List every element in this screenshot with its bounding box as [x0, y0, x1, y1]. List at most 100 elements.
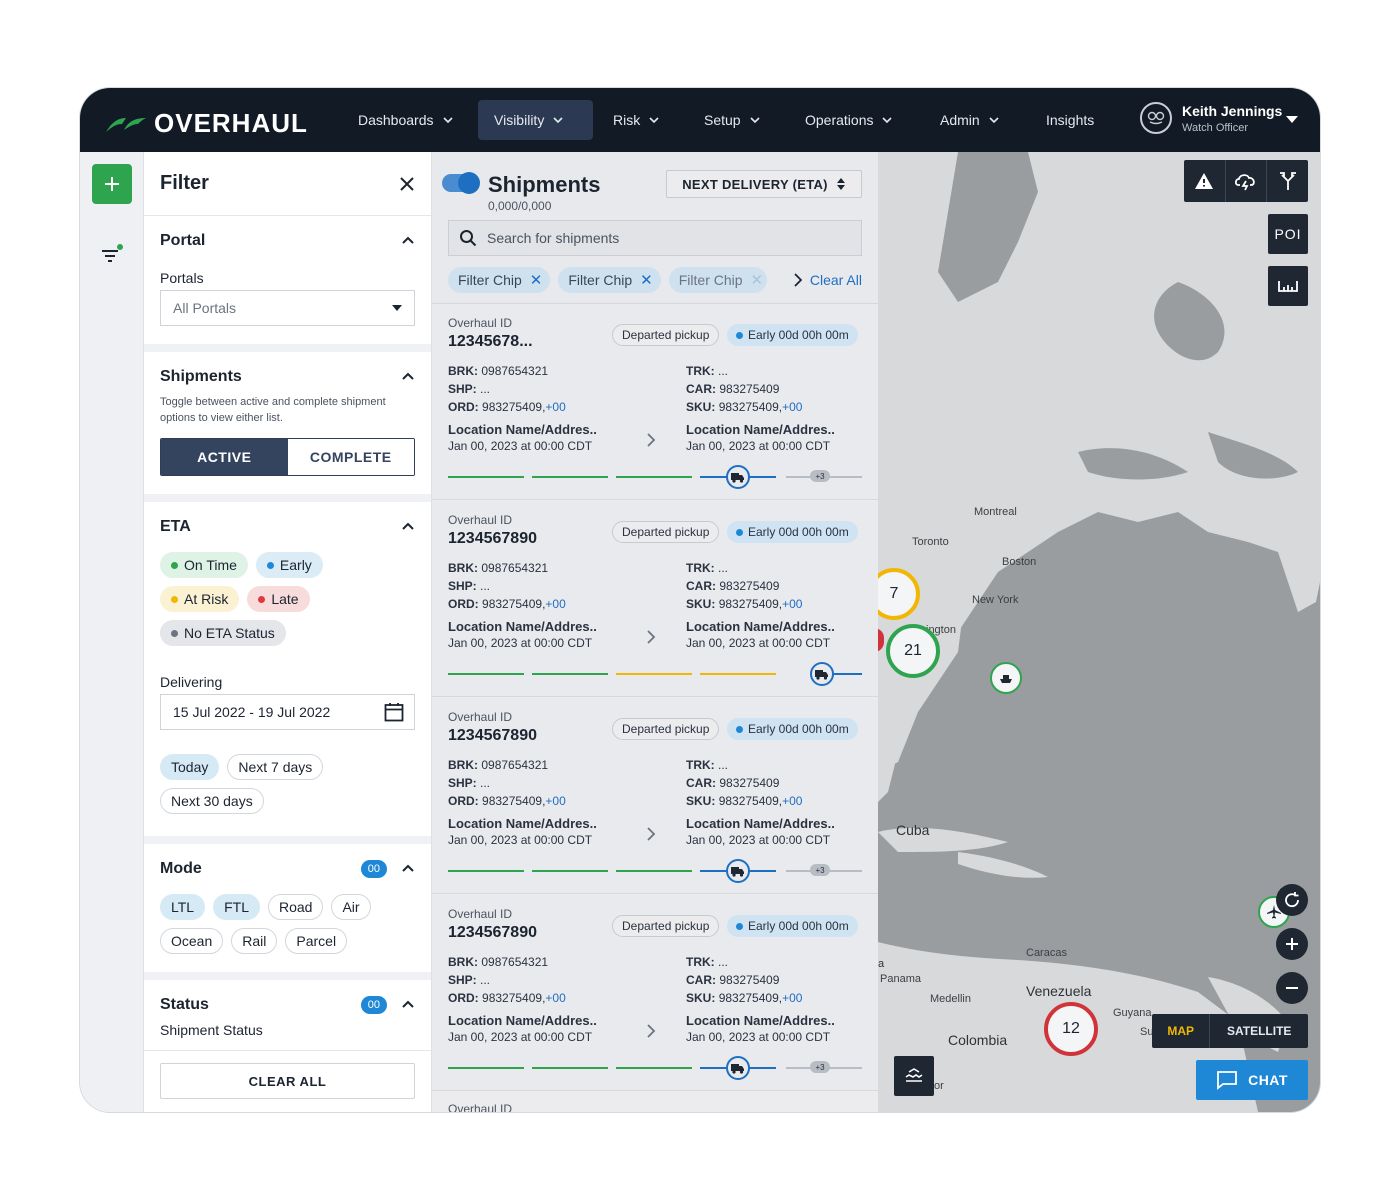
shipments-toggle[interactable]	[442, 172, 480, 194]
sku-more[interactable]: +00	[782, 794, 802, 808]
map-view-button[interactable]: MAP	[1152, 1014, 1211, 1048]
chevron-up-icon[interactable]	[401, 520, 415, 534]
chevron-up-icon[interactable]	[401, 862, 415, 876]
chip-at-risk[interactable]: At Risk	[160, 586, 240, 612]
nav-insights[interactable]: Insights	[1030, 100, 1110, 140]
close-icon[interactable]	[399, 176, 415, 192]
section-controls: 00	[360, 860, 415, 878]
chip-late[interactable]: Late	[247, 586, 310, 612]
truck-position-marker[interactable]	[810, 662, 834, 686]
sku-more[interactable]: +00	[782, 597, 802, 611]
filter-toggle-button[interactable]	[100, 244, 124, 269]
truck-position-marker[interactable]	[726, 1056, 750, 1080]
shipment-card[interactable]: Overhaul ID 1234567890 Departed pickup E…	[432, 698, 878, 894]
zoom-in-button[interactable]	[1276, 928, 1308, 960]
truck-position-marker[interactable]	[726, 465, 750, 489]
ord-more[interactable]: +00	[545, 794, 565, 808]
layers-button[interactable]	[894, 1056, 934, 1096]
shipment-cluster[interactable]: 21	[886, 624, 940, 678]
ord-more[interactable]: +00	[545, 991, 565, 1005]
nav-admin[interactable]: Admin	[924, 100, 1016, 140]
shipment-card[interactable]: Overhaul ID 12345678... Departed pickup …	[432, 304, 878, 500]
weather-button[interactable]	[1226, 160, 1268, 202]
close-icon[interactable]: ✕	[751, 271, 764, 289]
sku-more[interactable]: +00	[782, 400, 802, 414]
section-header[interactable]: Status 00	[160, 996, 415, 1014]
filter-chip[interactable]: Filter Chip ✕	[448, 267, 551, 293]
origin-location: Location Name/Addres.. Jan 00, 2023 at 0…	[448, 1013, 597, 1045]
more-stops-badge[interactable]: +3	[810, 1061, 830, 1073]
eta-text: Early 00d 00h 00m	[748, 525, 849, 539]
ord-more[interactable]: +00	[545, 400, 565, 414]
ship-marker[interactable]	[990, 662, 1022, 694]
caret-down-icon[interactable]	[1286, 116, 1298, 123]
chip-ftl[interactable]: FTL	[213, 894, 260, 920]
truck-position-marker[interactable]	[726, 859, 750, 883]
filter-chip[interactable]: Filter Chip ✕	[668, 267, 768, 293]
chip-air[interactable]: Air	[331, 894, 371, 920]
origin-time: Jan 00, 2023 at 00:00 CDT	[448, 1030, 593, 1044]
shipment-refs-right: TRK: ... CAR: 983275409 SKU: 983275409,+…	[686, 362, 802, 416]
delivering-date-range-input[interactable]: 15 Jul 2022 - 19 Jul 2022	[160, 694, 415, 730]
calendar-icon[interactable]	[384, 702, 404, 722]
chip-no-eta-status[interactable]: No ETA Status	[160, 620, 286, 646]
chat-button[interactable]: CHAT	[1196, 1060, 1308, 1100]
chip-rail[interactable]: Rail	[231, 928, 278, 954]
chevron-right-icon[interactable]	[794, 273, 802, 287]
close-icon[interactable]: ✕	[530, 271, 543, 289]
active-button[interactable]: ACTIVE	[161, 439, 288, 475]
more-stops-badge[interactable]: +3	[810, 864, 830, 876]
chevron-up-icon[interactable]	[401, 370, 415, 384]
measure-button[interactable]	[1268, 266, 1308, 306]
chevron-up-icon[interactable]	[401, 998, 415, 1012]
nav-setup[interactable]: Setup	[688, 100, 777, 140]
close-icon[interactable]: ✕	[640, 271, 653, 289]
app-window: OVERHAUL Dashboards Visibility Risk Setu…	[80, 88, 1320, 1112]
zoom-out-button[interactable]	[1276, 972, 1308, 1004]
satellite-view-button[interactable]: SATELLITE	[1210, 1014, 1308, 1048]
user-menu[interactable]: Keith Jennings Watch Officer	[1140, 102, 1282, 134]
chip-today[interactable]: Today	[160, 754, 220, 780]
portals-select[interactable]: All Portals	[160, 290, 415, 326]
chip-next-30-days[interactable]: Next 30 days	[160, 788, 264, 814]
nav-visibility[interactable]: Visibility	[478, 100, 593, 140]
chip-ocean[interactable]: Ocean	[160, 928, 224, 954]
complete-button[interactable]: COMPLETE	[287, 439, 414, 475]
cluster-count: 21	[904, 642, 922, 659]
nav-risk[interactable]: Risk	[597, 100, 676, 140]
chip-parcel[interactable]: Parcel	[285, 928, 348, 954]
chat-label: CHAT	[1248, 1072, 1288, 1088]
shipment-card[interactable]: Overhaul ID 1234567890 Departed pickup E…	[432, 895, 878, 1091]
chip-early[interactable]: Early	[255, 552, 323, 578]
shipment-cluster[interactable]: 12	[1044, 1002, 1098, 1056]
shipment-card[interactable]: Overhaul ID 1234567890 Departed pickup E…	[432, 501, 878, 697]
section-header[interactable]: Shipments	[160, 368, 415, 386]
sort-select[interactable]: NEXT DELIVERY (ETA)	[666, 170, 862, 198]
chip-on-time[interactable]: On Time	[160, 552, 248, 578]
date-range-chips: Today Next 7 days Next 30 days	[160, 754, 340, 814]
chevron-up-icon[interactable]	[401, 234, 415, 248]
refresh-button[interactable]	[1276, 884, 1308, 916]
chip-next-7-days[interactable]: Next 7 days	[227, 754, 324, 780]
section-header[interactable]: Mode 00	[160, 860, 415, 878]
section-header[interactable]: Portal	[160, 232, 415, 250]
sku-more[interactable]: +00	[782, 991, 802, 1005]
clear-all-link[interactable]: Clear All	[794, 272, 862, 288]
more-stops-badge[interactable]: +3	[810, 470, 830, 482]
alerts-button[interactable]	[1184, 160, 1226, 202]
sort-icon	[836, 178, 845, 190]
clear-all-button[interactable]: CLEAR ALL	[160, 1063, 415, 1099]
ord-more[interactable]: +00	[545, 597, 565, 611]
filter-chip[interactable]: Filter Chip ✕	[558, 267, 661, 293]
add-button[interactable]	[92, 164, 132, 204]
chip-road[interactable]: Road	[267, 894, 324, 920]
nav-dashboards[interactable]: Dashboards	[342, 100, 470, 140]
poi-button[interactable]: POI	[1268, 214, 1308, 254]
overhaul-logo[interactable]: OVERHAUL	[104, 108, 308, 139]
shipment-search-input[interactable]: Search for shipments	[448, 220, 862, 256]
chip-ltl[interactable]: LTL	[160, 894, 206, 920]
section-header[interactable]: ETA	[160, 518, 415, 536]
routes-button[interactable]	[1267, 160, 1308, 202]
nav-operations[interactable]: Operations	[789, 100, 909, 140]
map-view[interactable]: Montreal Toronto Boston New York ington …	[878, 152, 1320, 1112]
